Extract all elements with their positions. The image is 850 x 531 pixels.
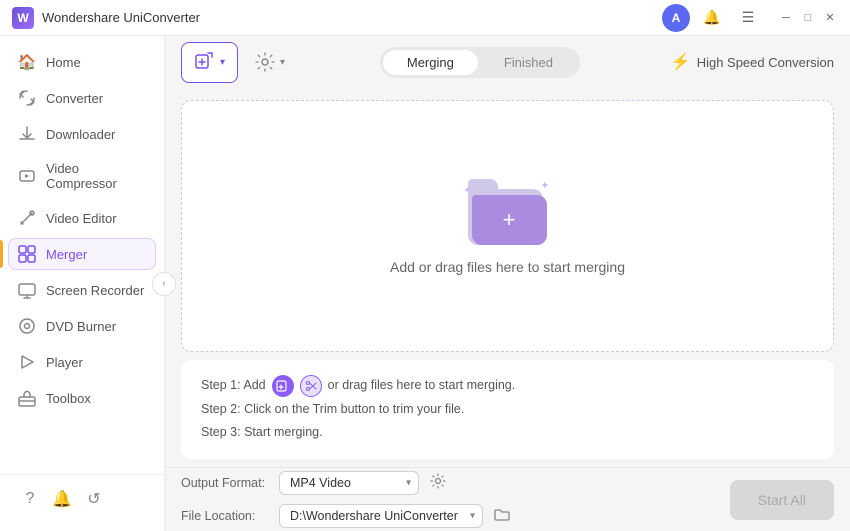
sidebar-item-video-compressor[interactable]: Video Compressor (0, 152, 164, 200)
step-1-text: Step 1: Add (201, 374, 266, 398)
speed-icon: ⚡ (671, 52, 691, 72)
sidebar-item-merger[interactable]: Merger (0, 236, 164, 272)
account-button[interactable]: A (662, 4, 690, 32)
tab-finished[interactable]: Finished (480, 50, 577, 75)
content-area: ▾ ▾ Merging Finished ⚡ High Speed Conver… (165, 36, 850, 531)
title-bar-right: A 🔔 ☰ ─ □ ✕ (662, 4, 838, 32)
minimize-button[interactable]: ─ (778, 10, 794, 26)
folder-plus-icon: + (503, 207, 516, 233)
sidebar-item-label: Toolbox (46, 391, 91, 406)
sidebar-item-label: Video Editor (46, 211, 117, 226)
add-file-icon (194, 50, 214, 75)
drop-zone-text: Add or drag files here to start merging (390, 259, 625, 275)
folder-icon: + ✦ ✦ (468, 177, 548, 245)
help-button[interactable]: ? (16, 485, 44, 513)
home-icon: 🏠 (18, 53, 36, 71)
file-location-select-wrap: D:\Wondershare UniConverter (279, 504, 483, 528)
downloader-icon (18, 125, 36, 143)
tabs-container: Merging Finished (380, 47, 580, 78)
sidebar-item-video-editor[interactable]: Video Editor (0, 200, 164, 236)
sidebar-item-toolbox[interactable]: Toolbox (0, 380, 164, 416)
file-location-label: File Location: (181, 509, 271, 523)
app-logo: W (12, 7, 34, 29)
player-icon (18, 353, 36, 371)
tab-merging[interactable]: Merging (383, 50, 478, 75)
add-icon-purple (272, 375, 294, 397)
sidebar-item-converter[interactable]: Converter (0, 80, 164, 116)
video-editor-icon (18, 209, 36, 227)
footer: Output Format: MP4 Video File Location: (165, 467, 850, 531)
step-3-row: Step 3: Start merging. (201, 421, 814, 445)
scissors-icon (300, 375, 322, 397)
video-compressor-icon (18, 167, 36, 185)
sidebar: 🏠 Home Converter Downloader Video Compre… (0, 36, 165, 531)
close-button[interactable]: ✕ (822, 10, 838, 26)
output-format-select-wrap: MP4 Video (279, 471, 419, 495)
file-location-select[interactable]: D:\Wondershare UniConverter (279, 504, 483, 528)
sidebar-item-label: Converter (46, 91, 103, 106)
speed-label: High Speed Conversion (697, 55, 834, 70)
refresh-button[interactable]: ↺ (80, 485, 108, 513)
merger-icon (18, 245, 36, 263)
file-location-row: File Location: D:\Wondershare UniConvert… (181, 503, 513, 530)
settings-button[interactable]: ▾ (250, 47, 289, 77)
output-format-label: Output Format: (181, 476, 271, 490)
step-2-text: Step 2: Click on the Trim button to trim… (201, 398, 464, 422)
step-1-row: Step 1: Add or drag files here to start … (201, 374, 814, 398)
step-3-text: Step 3: Start merging. (201, 421, 323, 445)
footer-fields: Output Format: MP4 Video File Location: (181, 470, 513, 530)
sidebar-item-label: Player (46, 355, 83, 370)
sidebar-bottom: ? 🔔 ↺ (0, 474, 164, 523)
title-bar: W Wondershare UniConverter A 🔔 ☰ ─ □ ✕ (0, 0, 850, 36)
sidebar-item-downloader[interactable]: Downloader (0, 116, 164, 152)
menu-button[interactable]: ☰ (734, 4, 762, 32)
sidebar-collapse-button[interactable]: ‹ (152, 272, 176, 296)
start-all-button[interactable]: Start All (730, 480, 834, 520)
file-location-browse-icon[interactable] (491, 503, 513, 530)
add-file-button[interactable]: ▾ (181, 42, 238, 83)
toolbar: ▾ ▾ Merging Finished ⚡ High Speed Conver… (165, 36, 850, 88)
app-title: Wondershare UniConverter (42, 10, 200, 25)
output-format-settings-icon[interactable] (427, 470, 449, 497)
main-layout: 🏠 Home Converter Downloader Video Compre… (0, 36, 850, 531)
sidebar-item-label: Downloader (46, 127, 115, 142)
drop-zone[interactable]: + ✦ ✦ Add or drag files here to start me… (181, 100, 834, 352)
alert-button[interactable]: 🔔 (48, 485, 76, 513)
output-format-select[interactable]: MP4 Video (279, 471, 419, 495)
sidebar-item-home[interactable]: 🏠 Home (0, 44, 164, 80)
dvd-burner-icon (18, 317, 36, 335)
sidebar-item-label: DVD Burner (46, 319, 116, 334)
folder-front: + (472, 195, 547, 245)
add-file-dropdown-icon: ▾ (220, 57, 225, 68)
sidebar-item-label: Video Compressor (46, 161, 146, 191)
window-controls: ─ □ ✕ (778, 10, 838, 26)
sparkle-icon-right: ✦ (540, 179, 549, 192)
sidebar-item-player[interactable]: Player (0, 344, 164, 380)
sidebar-item-label: Screen Recorder (46, 283, 144, 298)
step-1-suffix: or drag files here to start merging. (328, 374, 516, 398)
restore-button[interactable]: □ (800, 10, 816, 26)
instructions-panel: Step 1: Add or drag files here to start … (181, 360, 834, 459)
sidebar-item-label: Merger (46, 247, 87, 262)
title-bar-left: W Wondershare UniConverter (12, 7, 200, 29)
sidebar-item-dvd-burner[interactable]: DVD Burner (0, 308, 164, 344)
toolbox-icon (18, 389, 36, 407)
output-format-row: Output Format: MP4 Video (181, 470, 513, 497)
sidebar-item-screen-recorder[interactable]: Screen Recorder (0, 272, 164, 308)
drop-zone-wrapper: + ✦ ✦ Add or drag files here to start me… (165, 88, 850, 467)
step-2-row: Step 2: Click on the Trim button to trim… (201, 398, 814, 422)
sidebar-item-label: Home (46, 55, 81, 70)
settings-dropdown-icon: ▾ (280, 57, 285, 68)
converter-icon (18, 89, 36, 107)
screen-recorder-icon (18, 281, 36, 299)
notification-button[interactable]: 🔔 (698, 4, 726, 32)
speed-conversion-button[interactable]: ⚡ High Speed Conversion (671, 52, 834, 72)
sparkle-icon-left: ✦ (464, 185, 472, 196)
